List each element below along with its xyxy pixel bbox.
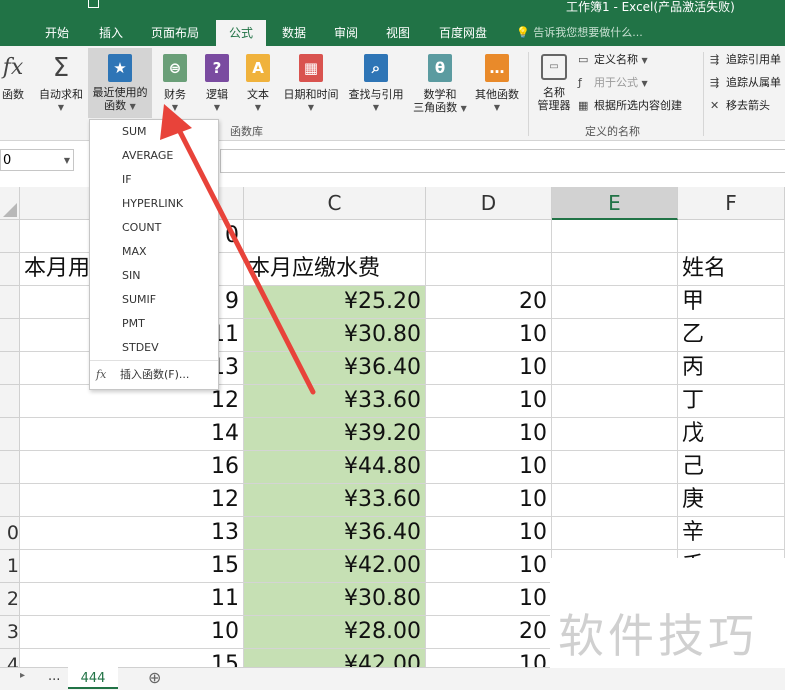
add-sheet-button[interactable]: ⊕ — [148, 668, 161, 687]
sheet-tab-bar: ▸ ... 444 ⊕ — [0, 667, 785, 690]
sheet-tab-label: 444 — [80, 671, 106, 686]
watermark-text: 软件技巧 — [558, 609, 758, 663]
sheet-tab-444[interactable]: 444 — [68, 667, 118, 689]
scroll-left-icon[interactable]: ▸ — [20, 670, 25, 681]
more-sheets-button[interactable]: ... — [48, 669, 60, 684]
